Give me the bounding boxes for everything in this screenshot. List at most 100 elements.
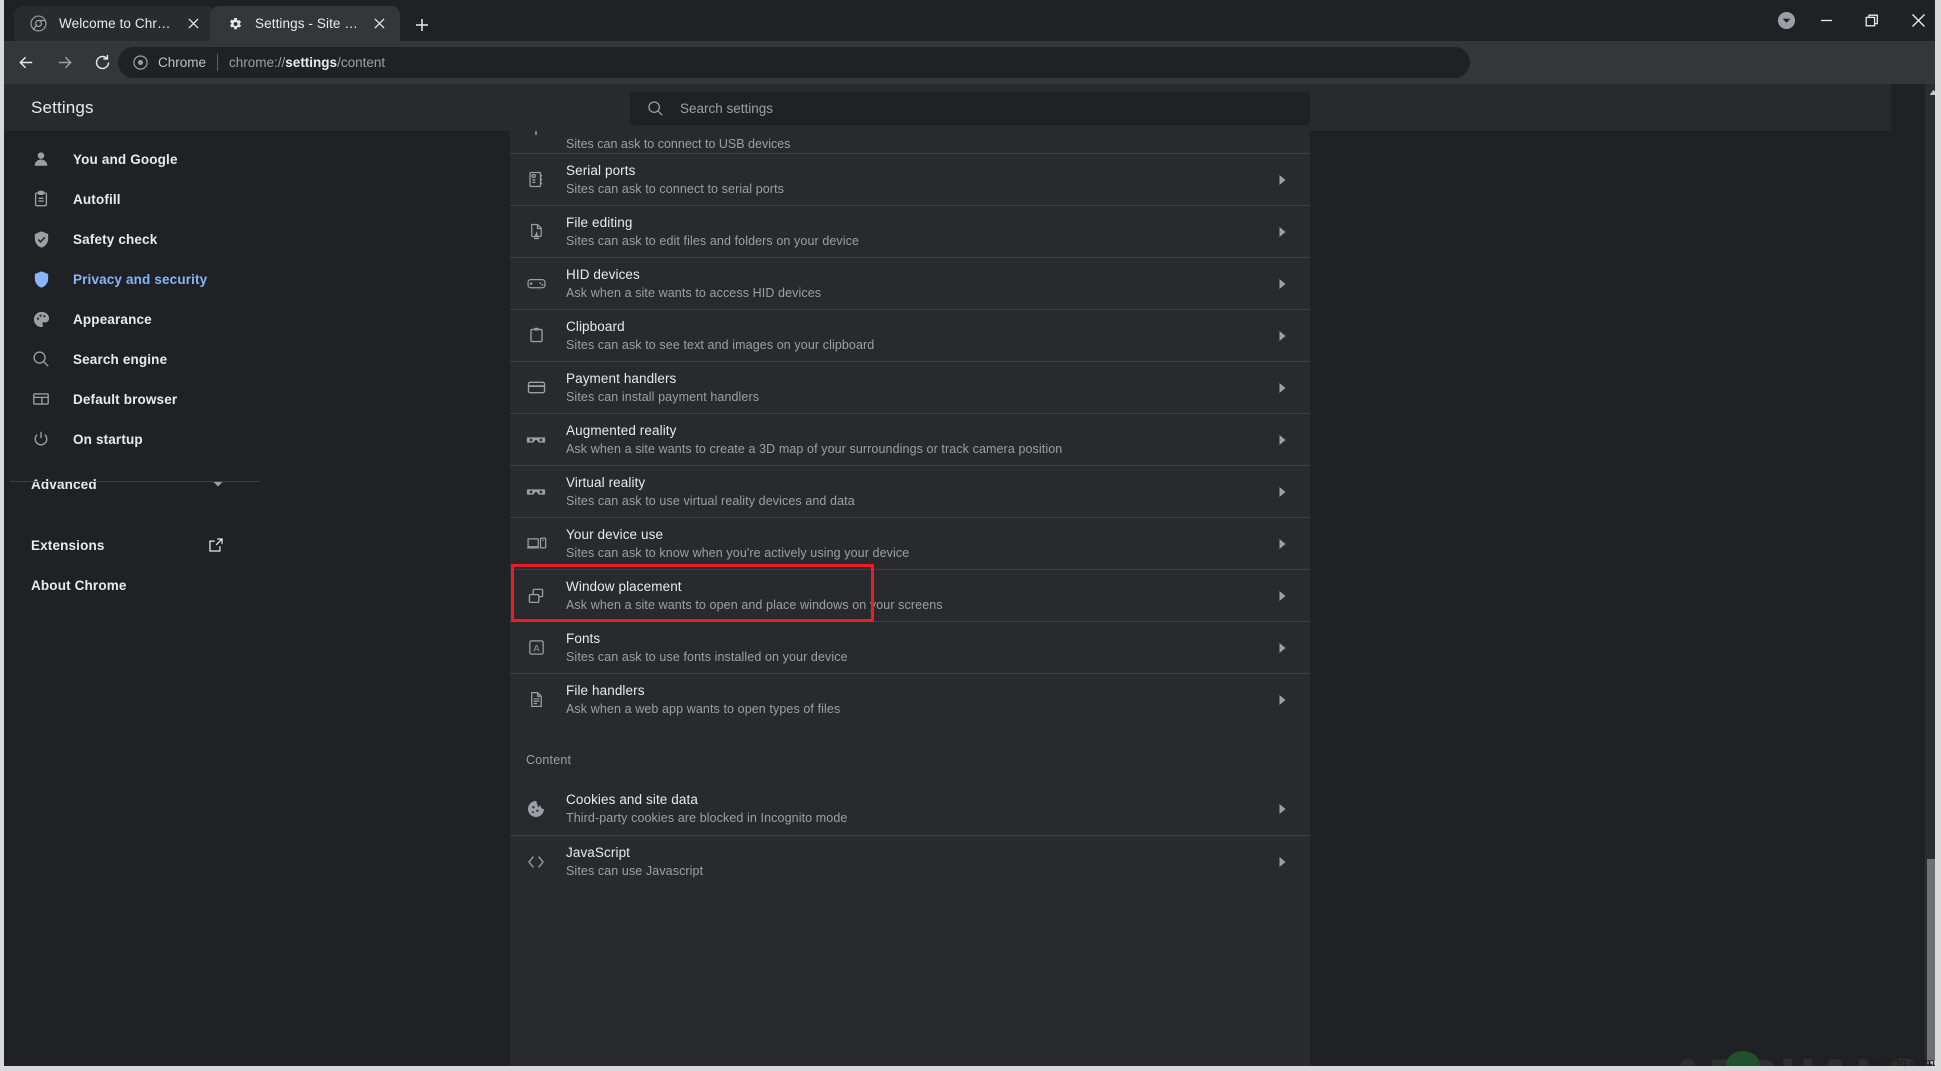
list-item-javascript[interactable]: JavaScript Sites can use Javascript <box>510 835 1310 887</box>
chevron-right-icon[interactable] <box>1272 803 1292 815</box>
shield-check-icon <box>31 229 51 249</box>
sidebar-item-label: About Chrome <box>31 578 264 593</box>
sidebar-item-label: Privacy and security <box>73 272 207 287</box>
list-item-virtual-reality[interactable]: Virtual reality Sites can ask to use vir… <box>510 465 1310 517</box>
list-item-subtitle: Sites can ask to know when you're active… <box>566 545 1272 562</box>
list-item-file-editing[interactable]: File editing Sites can ask to edit files… <box>510 205 1310 257</box>
sidebar-item-you-and-google[interactable]: You and Google <box>0 139 264 179</box>
svg-text:A: A <box>533 645 540 655</box>
list-item-subtitle: Sites can ask to connect to serial ports <box>566 181 1272 198</box>
back-button[interactable] <box>11 47 42 78</box>
browser-tab-welcome[interactable]: Welcome to Chrome <box>14 6 214 41</box>
plus-icon <box>415 18 429 32</box>
search-settings-box[interactable] <box>630 92 1310 125</box>
list-item-text: Window placement Ask when a site wants t… <box>566 578 1272 614</box>
settings-page: Settings You and Google <box>0 84 1941 1071</box>
list-item-fonts[interactable]: A Fonts Sites can ask to use fonts insta… <box>510 621 1310 673</box>
chevron-right-icon[interactable] <box>1272 278 1292 290</box>
list-item-title: Your device use <box>566 526 1272 543</box>
cookie-icon <box>522 795 550 823</box>
clipboard-icon <box>31 189 51 209</box>
list-item-subtitle: Ask when a site wants to create a 3D map… <box>566 441 1272 458</box>
chevron-right-icon[interactable] <box>1272 538 1292 550</box>
chevron-right-icon[interactable] <box>1272 330 1292 342</box>
list-item-title: JavaScript <box>566 844 1272 861</box>
settings-sidebar: You and Google Autofill Safety check <box>0 131 264 1071</box>
list-item-text: Payment handlers Sites can install payme… <box>566 370 1272 406</box>
document-icon <box>522 686 550 714</box>
sidebar-item-appearance[interactable]: Appearance <box>0 299 264 339</box>
reload-button[interactable] <box>87 47 118 78</box>
list-item-serial-ports[interactable]: Serial ports Sites can ask to connect to… <box>510 153 1310 205</box>
list-item-title: Augmented reality <box>566 422 1272 439</box>
list-item-augmented-reality[interactable]: Augmented reality Ask when a site wants … <box>510 413 1310 465</box>
sidebar-item-about-chrome[interactable]: About Chrome <box>0 565 264 605</box>
list-item-subtitle: Ask when a site wants to open and place … <box>566 597 1272 614</box>
file-edit-icon <box>522 218 550 246</box>
maximize-button[interactable] <box>1849 0 1895 41</box>
window-caption-buttons <box>1769 0 1941 41</box>
settings-header: Settings <box>0 84 1891 131</box>
sidebar-item-search-engine[interactable]: Search engine <box>0 339 264 379</box>
chevron-right-icon[interactable] <box>1272 856 1292 868</box>
person-icon <box>31 149 51 169</box>
power-icon <box>31 429 51 449</box>
windows-stack-icon <box>522 582 550 610</box>
search-input[interactable] <box>680 101 1310 116</box>
sidebar-item-label: On startup <box>73 432 143 447</box>
list-item-text: Serial ports Sites can ask to connect to… <box>566 162 1272 198</box>
list-item-cookies-and-site-data[interactable]: Cookies and site data Third-party cookie… <box>510 783 1310 835</box>
palette-icon <box>31 309 51 329</box>
chevron-right-icon[interactable] <box>1272 226 1292 238</box>
address-bar[interactable]: Chrome chrome://settings/content <box>118 47 1470 78</box>
chrome-icon <box>30 15 47 32</box>
omnibox-divider <box>217 54 218 71</box>
sidebar-item-autofill[interactable]: Autofill <box>0 179 264 219</box>
list-item-title: Clipboard <box>566 318 1272 335</box>
chevron-right-icon[interactable] <box>1272 486 1292 498</box>
chevron-right-icon[interactable] <box>1272 382 1292 394</box>
sidebar-item-advanced[interactable]: Advanced <box>0 464 264 504</box>
list-item-file-handlers[interactable]: File handlers Ask when a web app wants t… <box>510 673 1310 725</box>
close-icon[interactable] <box>368 13 390 35</box>
list-item-title: Fonts <box>566 630 1272 647</box>
list-item-title: HID devices <box>566 266 1272 283</box>
device-use-icon <box>522 530 550 558</box>
list-item-title: File handlers <box>566 682 1272 699</box>
chevron-right-icon[interactable] <box>1272 590 1292 602</box>
list-item-payment-handlers[interactable]: Payment handlers Sites can install payme… <box>510 361 1310 413</box>
new-tab-button[interactable] <box>407 10 437 40</box>
list-item-hid-devices[interactable]: HID devices Ask when a site wants to acc… <box>510 257 1310 309</box>
search-icon <box>31 349 51 369</box>
credit-card-icon <box>522 374 550 402</box>
chevron-right-icon[interactable] <box>1272 642 1292 654</box>
list-item-usb-devices-partial[interactable]: Sites can ask to connect to USB devices <box>510 131 1310 153</box>
sidebar-divider <box>10 481 260 482</box>
chevron-right-icon[interactable] <box>1272 694 1292 706</box>
list-item-subtitle: Sites can ask to use virtual reality dev… <box>566 493 1272 510</box>
close-icon[interactable] <box>182 13 204 35</box>
minimize-button[interactable] <box>1803 0 1849 41</box>
sidebar-item-extensions[interactable]: Extensions <box>0 525 264 565</box>
forward-button[interactable] <box>49 47 80 78</box>
list-item-window-placement[interactable]: Window placement Ask when a site wants t… <box>510 569 1310 621</box>
list-item-subtitle: Sites can use Javascript <box>566 863 1272 880</box>
sidebar-item-safety-check[interactable]: Safety check <box>0 219 264 259</box>
sidebar-item-privacy-and-security[interactable]: Privacy and security <box>0 259 264 299</box>
list-item-title: Serial ports <box>566 162 1272 179</box>
chevron-right-icon[interactable] <box>1272 434 1292 446</box>
list-item-text: JavaScript Sites can use Javascript <box>566 844 1272 880</box>
download-badge-icon[interactable] <box>1769 0 1803 41</box>
sidebar-item-default-browser[interactable]: Default browser <box>0 379 264 419</box>
sidebar-item-on-startup[interactable]: On startup <box>0 419 264 459</box>
search-icon <box>645 99 665 119</box>
chrome-icon <box>132 54 149 71</box>
list-item-text: File editing Sites can ask to edit files… <box>566 214 1272 250</box>
list-item-clipboard[interactable]: Clipboard Sites can ask to see text and … <box>510 309 1310 361</box>
window-edge-right <box>1935 0 1941 1071</box>
chevron-right-icon[interactable] <box>1272 174 1292 186</box>
list-item-your-device-use[interactable]: Your device use Sites can ask to know wh… <box>510 517 1310 569</box>
list-item-subtitle: Sites can ask to edit files and folders … <box>566 233 1272 250</box>
tab-title: Settings - Site Settings <box>255 16 362 31</box>
browser-tab-settings[interactable]: Settings - Site Settings <box>210 6 400 41</box>
